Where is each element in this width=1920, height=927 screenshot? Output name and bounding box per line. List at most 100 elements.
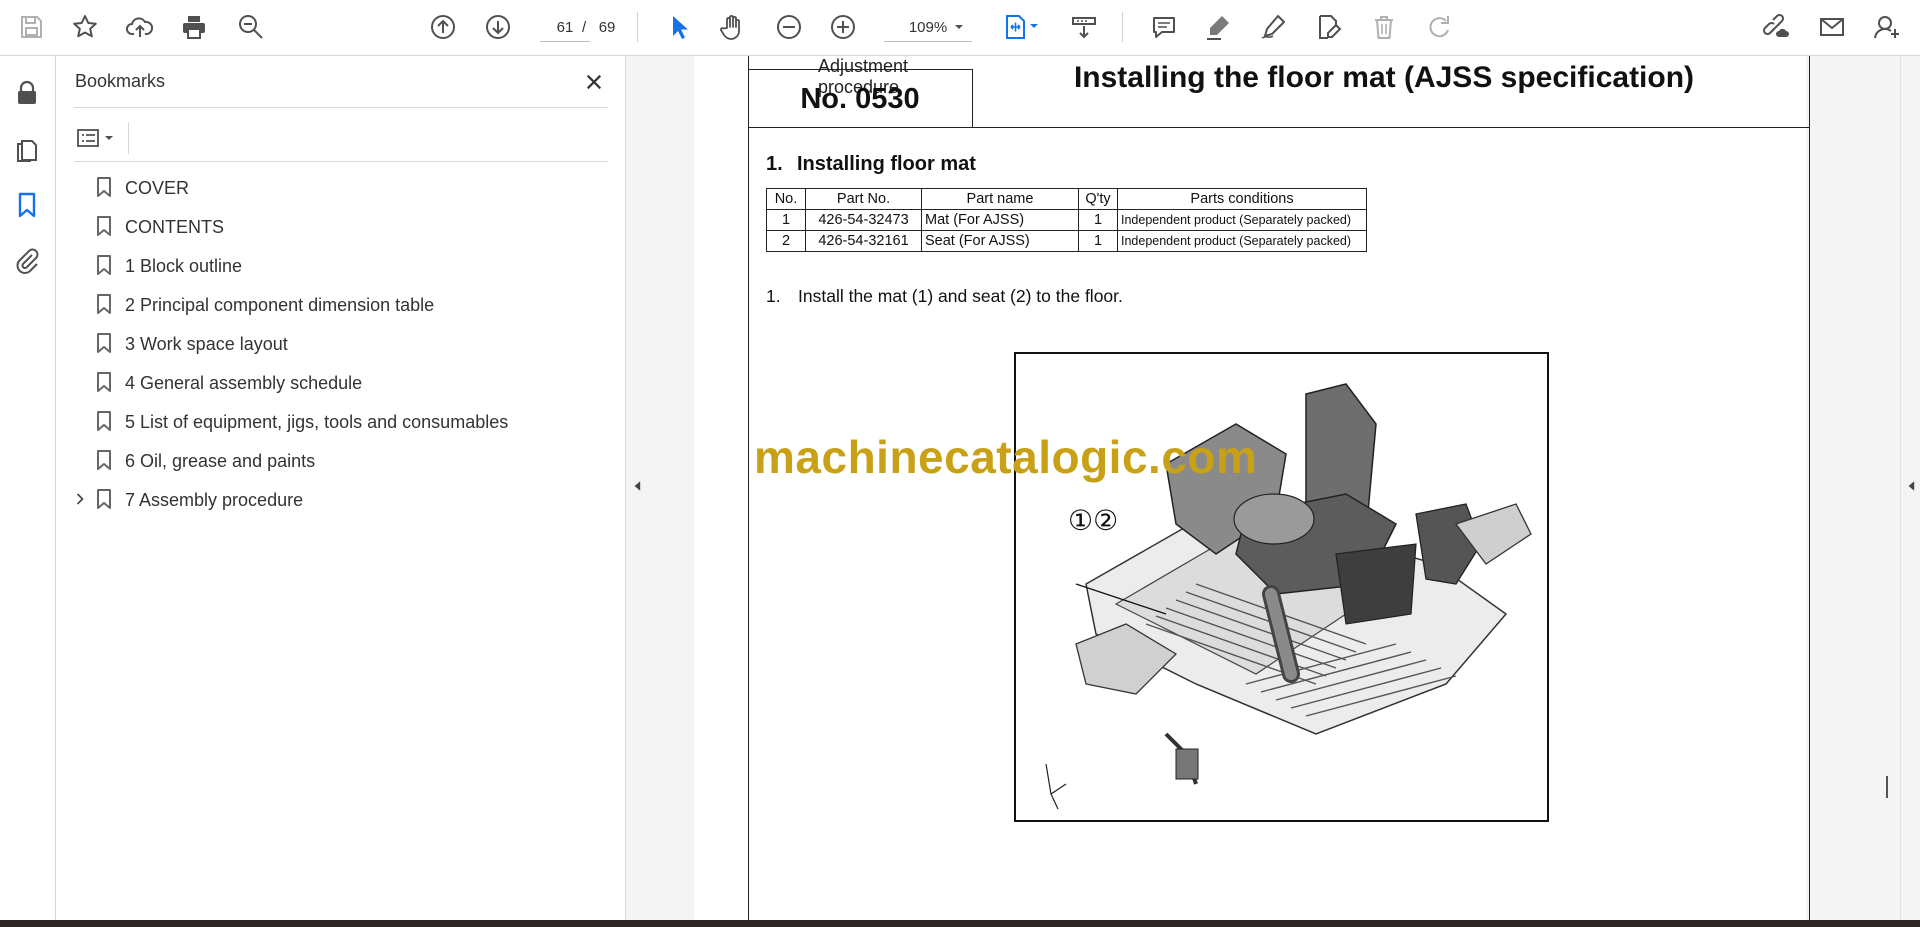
section-heading: 1. Installing floor mat <box>766 153 976 176</box>
table-cell: Mat (For AJSS) <box>921 209 1079 231</box>
bookmark-label: CONTENTS <box>125 217 224 237</box>
bookmark-item[interactable]: 3 Work space layout <box>56 325 625 361</box>
bookmark-item[interactable]: 6 Oil, grease and paints <box>56 442 625 478</box>
scrollbar-thumb[interactable] <box>1886 776 1888 798</box>
zoom-search-icon[interactable] <box>232 8 270 46</box>
list-options-icon <box>77 129 113 147</box>
chevron-down-icon[interactable] <box>940 8 978 46</box>
table-cell: 426-54-32161 <box>805 230 922 252</box>
panel-title: Bookmarks <box>75 71 166 91</box>
bookmark-flag-icon <box>97 294 111 314</box>
doc-number-box: Adjustment procedure No. 0530 <box>748 56 973 128</box>
header-rule <box>748 127 1809 128</box>
table-header-row: No. Part No. Part name Q'ty Parts condit… <box>766 188 1367 210</box>
bookmark-label: 7 Assembly procedure <box>125 490 304 510</box>
table-cell: 2 <box>766 230 806 252</box>
parts-table: No. Part No. Part name Q'ty Parts condit… <box>766 188 1367 252</box>
toolbar-divider <box>1122 12 1123 42</box>
divider <box>74 107 608 108</box>
save-icon[interactable] <box>12 8 50 46</box>
figure-callout: ①② <box>1068 504 1119 537</box>
page-separator: / <box>582 19 587 36</box>
scroll-mode-icon[interactable] <box>1065 8 1103 46</box>
bookmark-flag-icon <box>97 177 111 197</box>
operator-cab-illustration <box>1045 383 1532 810</box>
bookmark-label: 6 Oil, grease and paints <box>125 451 316 471</box>
page-down-icon[interactable] <box>479 8 517 46</box>
bookmark-label: 3 Work space layout <box>125 334 288 354</box>
collapse-panel-handle[interactable] <box>626 56 648 920</box>
bookmark-item[interactable]: 4 General assembly schedule <box>56 364 625 400</box>
account-icon[interactable] <box>1868 8 1906 46</box>
highlight-icon[interactable] <box>1199 8 1237 46</box>
divider <box>74 161 608 162</box>
bookmark-item[interactable]: 7 Assembly procedure <box>56 481 625 517</box>
close-icon[interactable] <box>576 64 612 100</box>
page-count: / 69 <box>582 19 615 36</box>
share-link-icon[interactable] <box>1757 8 1795 46</box>
collapse-right-panel-handle[interactable] <box>1900 56 1920 920</box>
doc-title: Installing the floor mat (AJSS specifica… <box>1073 61 1695 94</box>
column-header: Part No. <box>805 188 922 210</box>
watermark-text: machinecatalogic.com <box>754 431 1258 483</box>
bookmark-label: 4 General assembly schedule <box>125 373 363 393</box>
step-number: 1. <box>766 286 781 306</box>
draw-icon[interactable] <box>1254 8 1292 46</box>
caret-left-icon <box>634 481 641 491</box>
document-viewer[interactable]: Adjustment procedure No. 0530 Installing… <box>648 56 1900 920</box>
bookmark-flag-icon <box>97 411 111 431</box>
section-number: 1. <box>766 153 783 175</box>
taskbar-strip <box>0 920 1920 927</box>
table-cell: 1 <box>1078 230 1118 252</box>
bookmark-item[interactable]: 1 Block outline <box>56 247 625 283</box>
comment-icon[interactable] <box>1145 8 1183 46</box>
select-cursor-icon[interactable] <box>660 8 698 46</box>
bookmark-flag-icon <box>97 216 111 236</box>
table-cell: 1 <box>766 209 806 231</box>
table-row: 2 426-54-32161 Seat (For AJSS) 1 Indepen… <box>766 230 1367 252</box>
column-header: Part name <box>921 188 1079 210</box>
bookmark-flag-icon <box>97 333 111 353</box>
caret-left-icon <box>1908 481 1915 491</box>
table-cell: Seat (For AJSS) <box>921 230 1079 252</box>
email-icon[interactable] <box>1813 8 1851 46</box>
bookmark-item[interactable]: COVER <box>56 169 625 205</box>
step-text: Install the mat (1) and seat (2) to the … <box>798 286 1123 306</box>
bookmark-flag-icon <box>97 489 111 509</box>
delete-icon[interactable] <box>1365 8 1403 46</box>
assembly-figure <box>1014 352 1549 822</box>
document-page: Adjustment procedure No. 0530 Installing… <box>694 56 1810 920</box>
column-header: Parts conditions <box>1117 188 1367 210</box>
lock-icon[interactable] <box>8 74 46 112</box>
attachment-icon[interactable] <box>8 241 46 279</box>
table-cell: 1 <box>1078 209 1118 231</box>
redo-icon[interactable] <box>1420 8 1458 46</box>
table-cell: 426-54-32473 <box>805 209 922 231</box>
bookmark-options-button[interactable] <box>74 120 124 156</box>
navigation-rail <box>0 56 56 920</box>
bookmark-label: 1 Block outline <box>125 256 243 276</box>
star-icon[interactable] <box>66 8 104 46</box>
bookmark-flag-icon <box>97 450 111 470</box>
bookmark-label: 5 List of equipment, jigs, tools and con… <box>125 412 509 432</box>
bookmark-flag-icon <box>97 372 111 392</box>
expand-chevron-icon[interactable] <box>70 488 90 510</box>
column-header: No. <box>766 188 806 210</box>
bookmark-flag-icon <box>97 255 111 275</box>
bookmark-icon[interactable] <box>8 186 46 224</box>
zoom-out-icon[interactable] <box>770 8 808 46</box>
fill-sign-icon[interactable] <box>1309 8 1347 46</box>
bookmark-item[interactable]: 2 Principal component dimension table <box>56 286 625 322</box>
upload-icon[interactable] <box>121 8 159 46</box>
page-up-icon[interactable] <box>424 8 462 46</box>
section-title: Installing floor mat <box>797 153 976 175</box>
pages-icon[interactable] <box>8 130 46 168</box>
fit-page-icon[interactable] <box>996 8 1046 46</box>
instruction-step: 1. Install the mat (1) and seat (2) to th… <box>766 286 1123 307</box>
print-icon[interactable] <box>175 8 213 46</box>
bookmark-item[interactable]: 5 List of equipment, jigs, tools and con… <box>56 403 625 439</box>
bookmark-item[interactable]: CONTENTS <box>56 208 625 244</box>
zoom-in-icon[interactable] <box>824 8 862 46</box>
doc-number: No. 0530 <box>800 83 920 115</box>
hand-icon[interactable] <box>714 8 752 46</box>
